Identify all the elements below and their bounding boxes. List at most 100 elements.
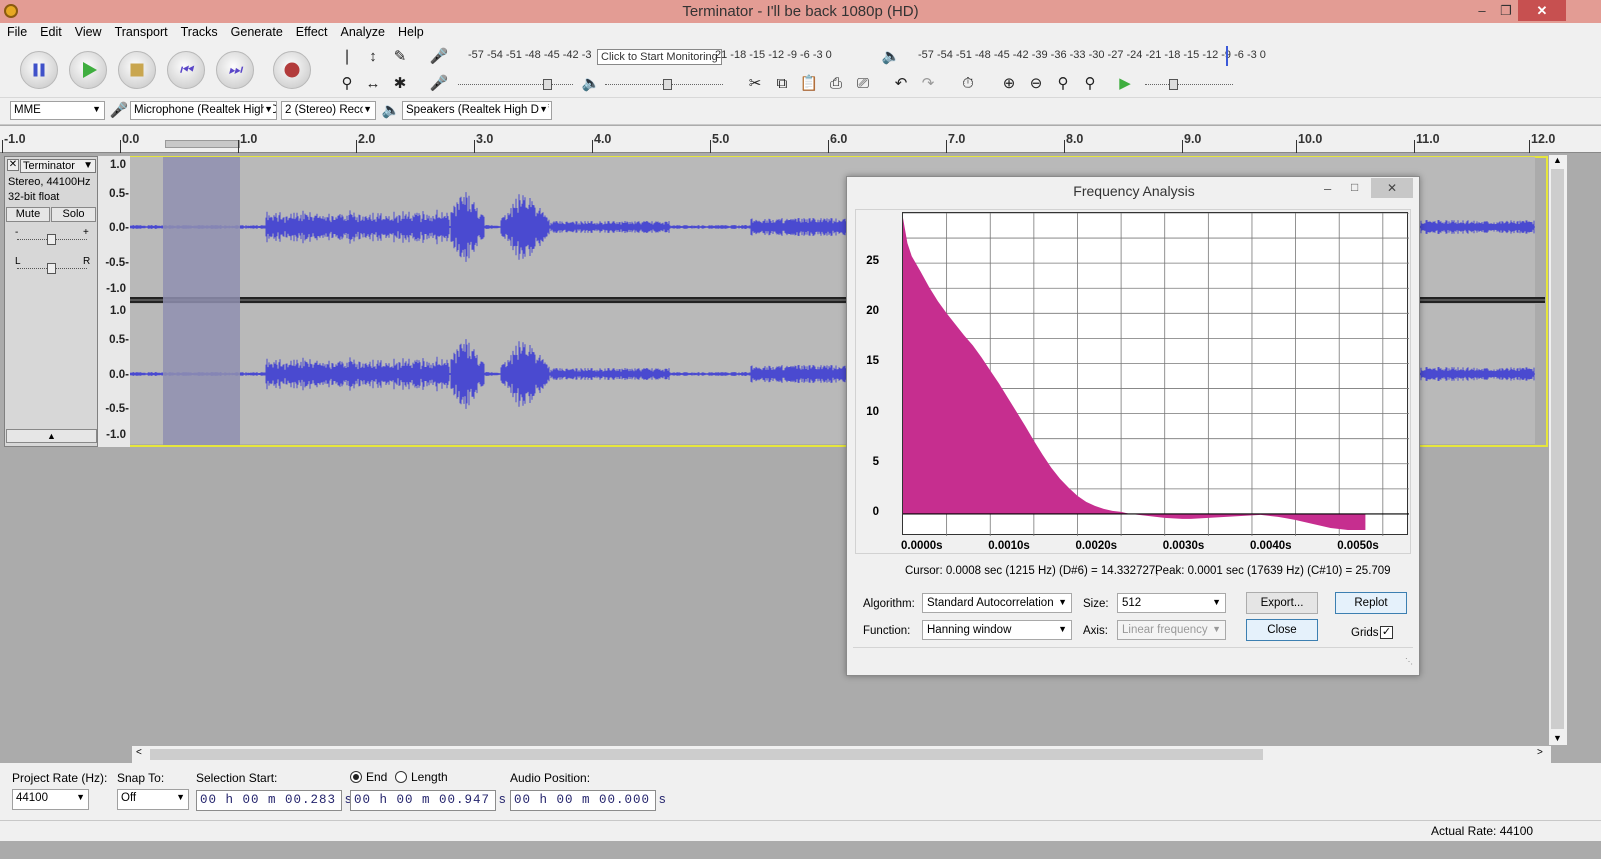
menu-analyze[interactable]: Analyze — [334, 23, 391, 39]
envelope-tool-icon[interactable]: ↕ — [362, 46, 384, 68]
autocorrelation-plot[interactable] — [902, 212, 1409, 540]
monitoring-tooltip[interactable]: Click to Start Monitoring — [597, 49, 722, 65]
input-volume-slider[interactable] — [458, 79, 573, 90]
menu-transport[interactable]: Transport — [108, 23, 174, 39]
paste-icon[interactable]: 📋 — [798, 73, 820, 95]
collapse-track-button[interactable]: ▲ — [6, 429, 97, 443]
gain-slider-thumb[interactable] — [47, 234, 56, 245]
input-volume-icon: 🎤 — [429, 75, 449, 92]
play-meter-speaker-icon[interactable]: 🔈 — [880, 46, 902, 68]
dialog-close-icon[interactable]: ✕ — [1371, 178, 1413, 198]
scroll-down-icon[interactable]: ▼ — [1553, 733, 1562, 743]
record-meter-mic-icon[interactable]: 🎤 — [428, 46, 450, 68]
zoom-out-icon[interactable]: ⊖ — [1025, 73, 1047, 95]
menu-edit[interactable]: Edit — [33, 23, 68, 39]
horizontal-scroll-thumb[interactable] — [150, 749, 1263, 760]
track-name-menu[interactable]: Terminator ▼ — [20, 159, 96, 173]
selection-start-field[interactable]: 00 h 00 m 00.283 s — [196, 790, 352, 811]
trim-icon[interactable]: ⎙ — [825, 73, 847, 95]
gain-slider[interactable] — [17, 234, 87, 245]
scroll-left-icon[interactable]: < — [136, 747, 142, 758]
audio-position-field[interactable]: 00 h 00 m 00.000 s — [510, 790, 666, 811]
input-volume-thumb[interactable] — [543, 79, 552, 90]
length-radio[interactable] — [395, 771, 407, 783]
scroll-right-icon[interactable]: > — [1537, 747, 1543, 758]
timeshift-tool-icon[interactable]: ↔ — [362, 73, 384, 95]
function-select[interactable]: Hanning window ▼ — [922, 620, 1072, 640]
menu-generate[interactable]: Generate — [224, 23, 289, 39]
timeline-ruler[interactable]: -1.0 0.0 1.0 2.0 3.0 4.0 5.0 6.0 7.0 8.0 9.0 10.0 11… — [0, 126, 1601, 153]
close-icon[interactable]: ✕ — [1518, 0, 1566, 21]
stop-button[interactable] — [118, 51, 156, 89]
play-button[interactable] — [69, 51, 107, 89]
skip-start-button[interactable]: ⏮ — [167, 51, 205, 89]
sync-lock-icon[interactable]: ⏱ — [957, 73, 979, 95]
selection-tool-icon[interactable]: ❘ — [336, 46, 358, 68]
vertical-scrollbar[interactable]: ▲ ▼ — [1549, 155, 1567, 745]
chevron-down-icon: ▼ — [176, 792, 185, 802]
menu-tracks[interactable]: Tracks — [174, 23, 224, 39]
project-rate-select[interactable]: 44100 ▼ — [12, 789, 89, 810]
dialog-maximize-icon[interactable]: □ — [1351, 180, 1358, 194]
copy-icon[interactable]: ⧉ — [771, 73, 793, 95]
export-button[interactable]: Export... — [1246, 592, 1318, 614]
vertical-scroll-thumb[interactable] — [1551, 169, 1564, 729]
replot-button[interactable]: Replot — [1335, 592, 1407, 614]
audio-host-select[interactable]: MME ▼ — [10, 101, 105, 120]
play-speed-thumb[interactable] — [1169, 79, 1178, 90]
chevron-down-icon: ▼ — [1212, 624, 1221, 634]
record-button[interactable] — [273, 51, 311, 89]
dialog-minimize-icon[interactable]: – — [1324, 181, 1331, 196]
algorithm-select[interactable]: Standard Autocorrelation ▼ — [922, 593, 1072, 613]
play-meter-scale[interactable]: -57 -54 -51 -48 -45 -42 -39 -36 -33 -30 … — [918, 49, 1266, 68]
recording-device-select[interactable]: Microphone (Realtek High D ▼ — [130, 101, 277, 120]
resize-grip-icon[interactable]: ⋱ — [1405, 657, 1413, 666]
restore-icon[interactable]: ❐ — [1491, 0, 1521, 21]
selection-region[interactable] — [163, 157, 240, 445]
fit-selection-icon[interactable]: ⚲ — [1052, 73, 1074, 95]
recording-channels-select[interactable]: 2 (Stereo) Reco ▼ — [281, 101, 376, 120]
fit-project-icon[interactable]: ⚲ — [1079, 73, 1101, 95]
snap-to-select[interactable]: Off ▼ — [117, 789, 189, 810]
menu-effect[interactable]: Effect — [289, 23, 334, 39]
menu-view[interactable]: View — [68, 23, 108, 39]
size-select[interactable]: 512 ▼ — [1117, 593, 1226, 613]
horizontal-scrollbar[interactable]: < > — [132, 746, 1551, 763]
draw-tool-icon[interactable]: ✎ — [389, 46, 411, 68]
pan-slider-thumb[interactable] — [47, 263, 56, 274]
pause-button[interactable] — [20, 51, 58, 89]
menu-file[interactable]: File — [0, 23, 33, 39]
skip-end-button[interactable]: ⏭ — [216, 51, 254, 89]
zoom-in-icon[interactable]: ⊕ — [998, 73, 1020, 95]
size-label: Size: — [1083, 598, 1109, 610]
end-radio[interactable] — [350, 771, 362, 783]
multi-tool-icon[interactable]: ✱ — [389, 73, 411, 95]
solo-button[interactable]: Solo — [51, 207, 96, 222]
cut-icon[interactable]: ✂ — [744, 73, 766, 95]
zoom-tool-icon[interactable]: ⚲ — [336, 73, 358, 95]
record-meter-scale-tail[interactable]: 21 -18 -15 -12 -9 -6 -3 0 — [715, 49, 832, 68]
undo-icon[interactable]: ↶ — [890, 73, 912, 95]
output-volume-slider[interactable] — [605, 79, 723, 90]
gain-plus-label: + — [83, 227, 89, 238]
record-meter-scale[interactable]: -57 -54 -51 -48 -45 -42 -3 — [468, 49, 592, 68]
play-at-speed-icon[interactable]: ▶ — [1114, 73, 1136, 95]
scale-top-1: 1.0 — [110, 159, 126, 171]
mute-button[interactable]: Mute — [6, 207, 50, 222]
output-volume-thumb[interactable] — [663, 79, 672, 90]
menu-help[interactable]: Help — [391, 23, 430, 39]
redo-icon[interactable]: ↷ — [917, 73, 939, 95]
playback-device-select[interactable]: Speakers (Realtek High Def ▼ — [402, 101, 552, 120]
track-close-button[interactable]: ✕ — [7, 159, 19, 171]
grids-checkbox[interactable]: ✓ — [1380, 626, 1393, 639]
selection-end-field[interactable]: 00 h 00 m 00.947 s — [350, 790, 506, 811]
axis-select[interactable]: Linear frequency ▼ — [1117, 620, 1226, 640]
pan-slider[interactable] — [17, 263, 87, 274]
scroll-up-icon[interactable]: ▲ — [1553, 155, 1562, 165]
function-label: Function: — [863, 625, 911, 637]
silence-icon[interactable]: ⎚ — [852, 73, 874, 95]
ruler-tick — [946, 140, 947, 153]
close-button[interactable]: Close — [1246, 619, 1318, 641]
play-speed-slider[interactable] — [1145, 79, 1233, 90]
track-bit-depth: 32-bit float — [8, 191, 60, 203]
